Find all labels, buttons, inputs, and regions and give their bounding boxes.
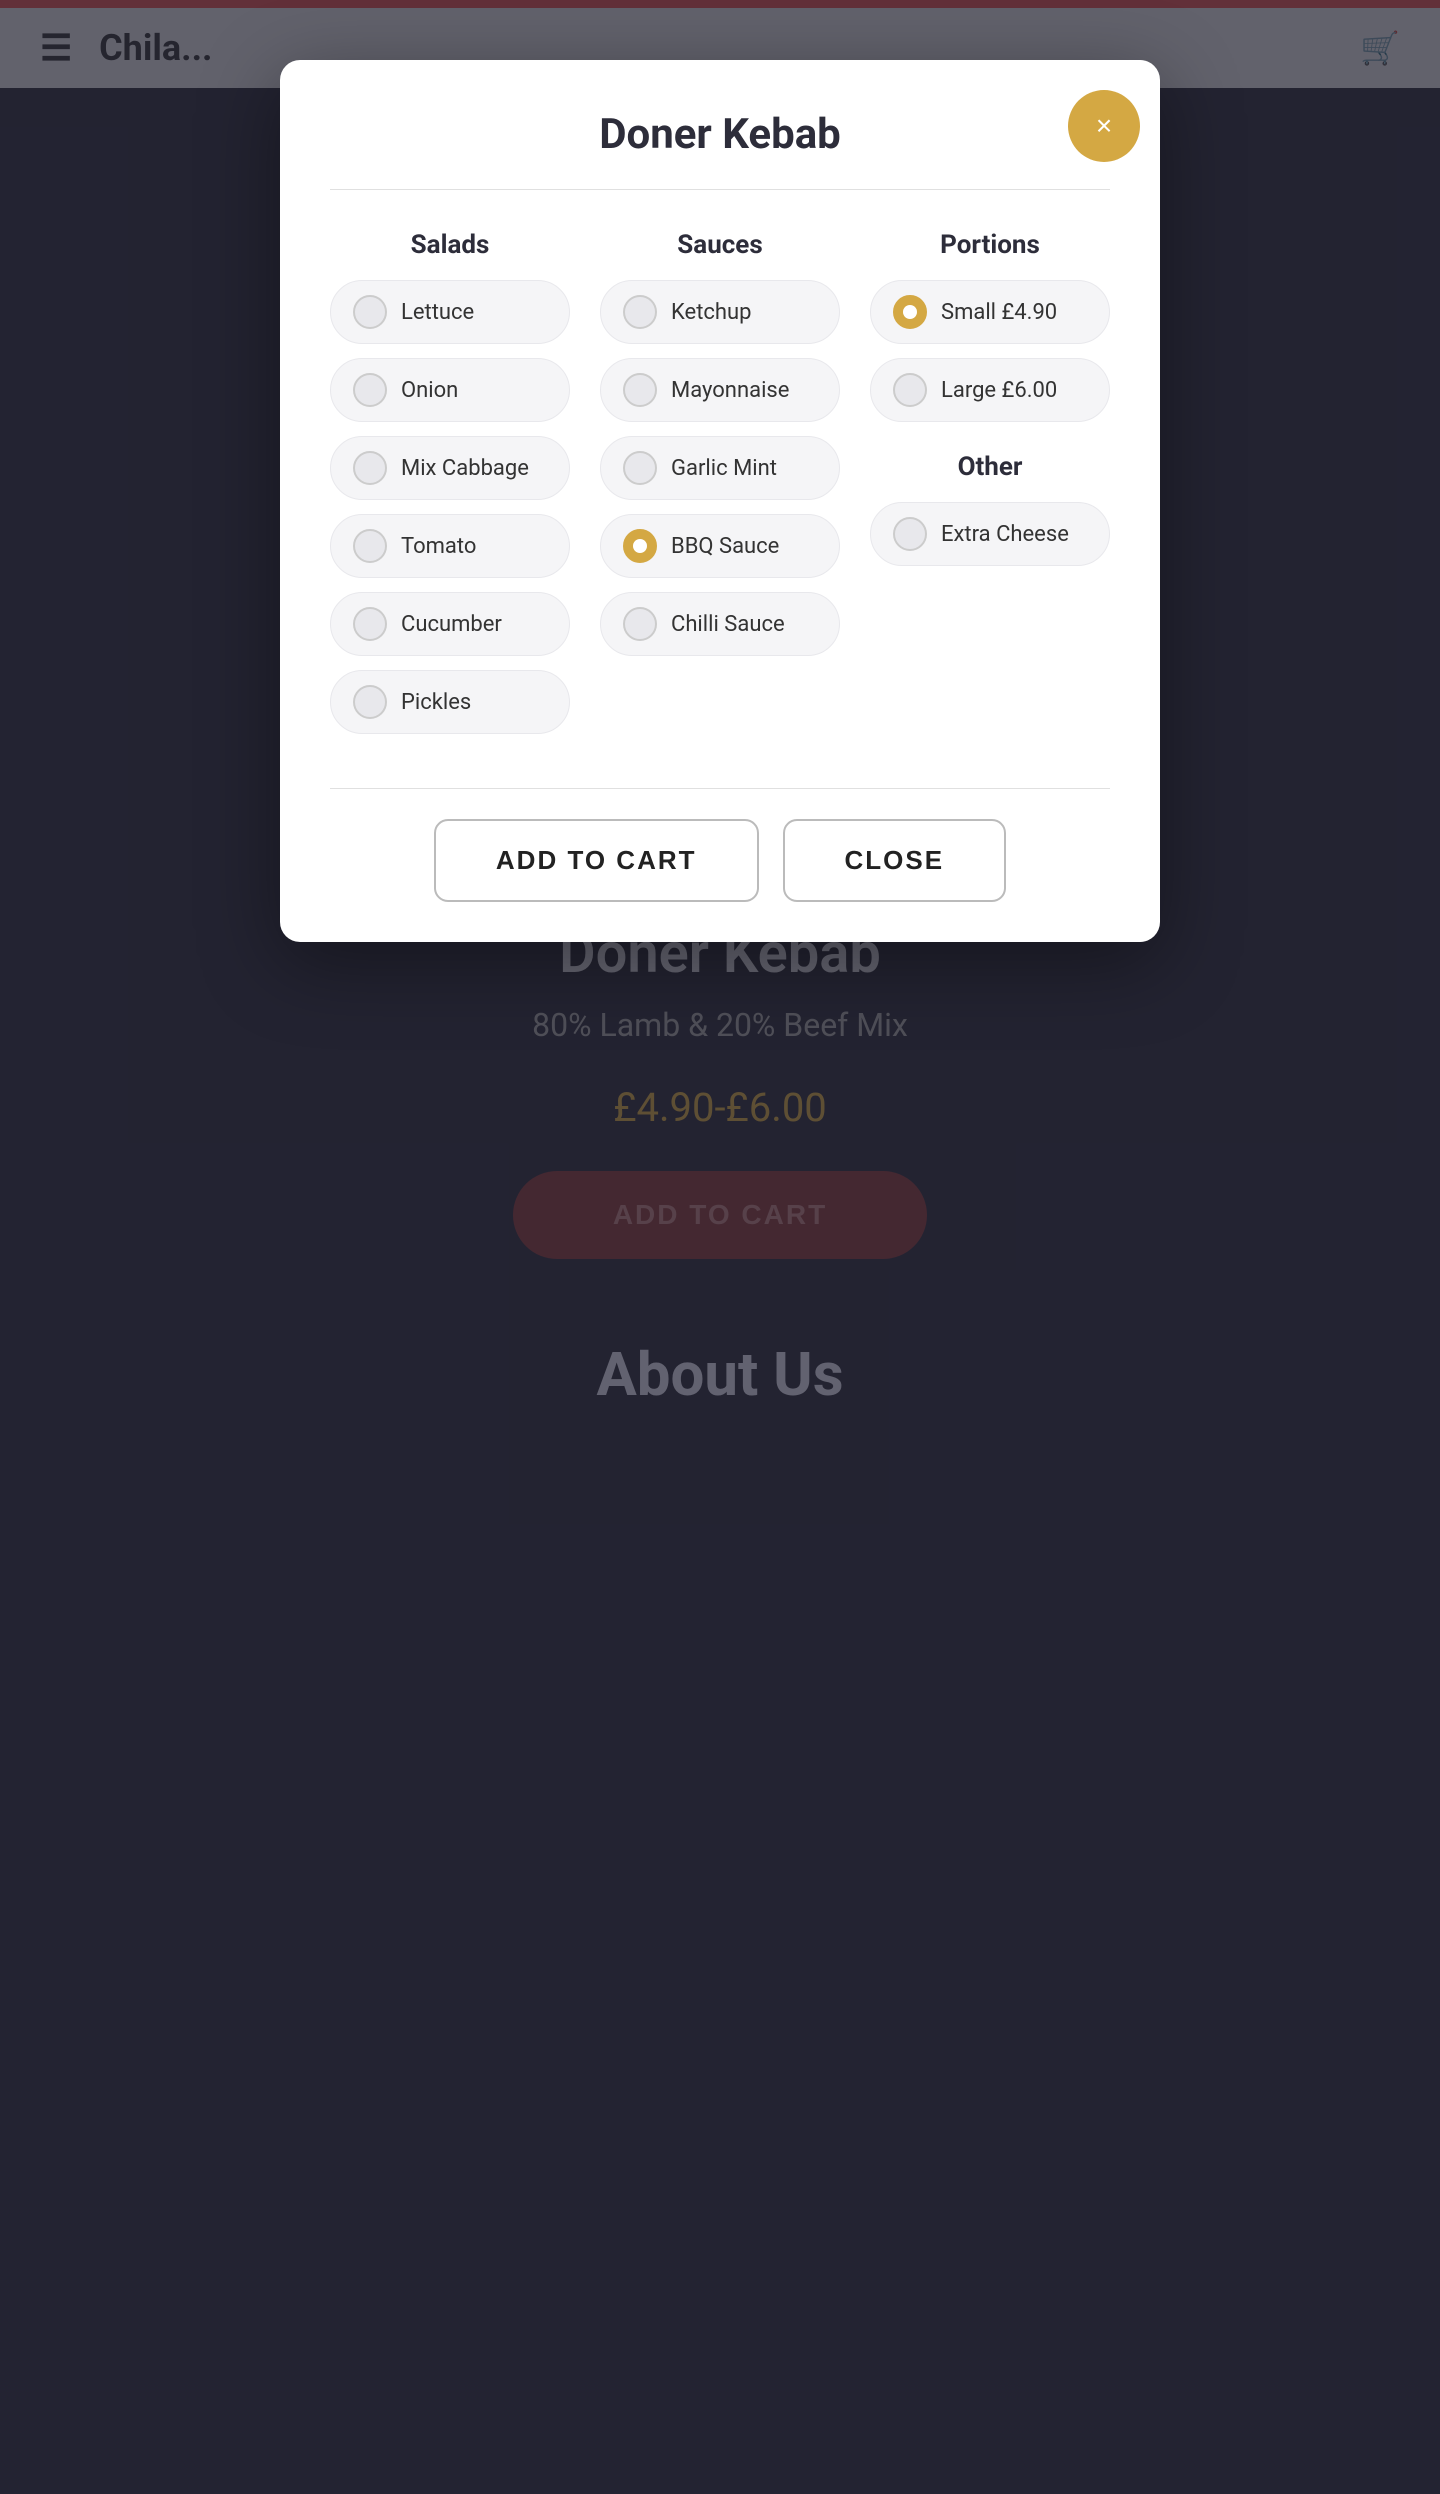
modal-close-x-button[interactable]: × xyxy=(1068,90,1140,162)
salad-label-lettuce: Lettuce xyxy=(401,300,474,325)
salads-column-title: Salads xyxy=(330,230,570,260)
salad-label-cucumber: Cucumber xyxy=(401,612,502,637)
sauce-item-mayonnaise[interactable]: Mayonnaise xyxy=(600,358,840,422)
salad-label-pickles: Pickles xyxy=(401,690,471,715)
sauce-item-garlic-mint[interactable]: Garlic Mint xyxy=(600,436,840,500)
sauce-label-ketchup: Ketchup xyxy=(671,300,752,325)
other-label-extra-cheese: Extra Cheese xyxy=(941,522,1069,547)
salad-radio-mix-cabbage xyxy=(353,451,387,485)
portions-column: Portions Small £4.90 Large £6.00 Other E… xyxy=(870,230,1110,748)
columns-container: Salads Lettuce Onion Mix Cabbage Tomato … xyxy=(330,230,1110,748)
portion-item-small[interactable]: Small £4.90 xyxy=(870,280,1110,344)
sauce-radio-mayonnaise xyxy=(623,373,657,407)
other-section-title: Other xyxy=(870,452,1110,482)
salad-item-lettuce[interactable]: Lettuce xyxy=(330,280,570,344)
salad-item-onion[interactable]: Onion xyxy=(330,358,570,422)
modal-actions: ADD TO CART CLOSE xyxy=(330,819,1110,902)
sauce-label-mayonnaise: Mayonnaise xyxy=(671,378,789,403)
salad-item-tomato[interactable]: Tomato xyxy=(330,514,570,578)
modal: Doner Kebab × Salads Lettuce Onion Mix C… xyxy=(280,60,1160,942)
salad-label-onion: Onion xyxy=(401,378,458,403)
sauce-label-garlic-mint: Garlic Mint xyxy=(671,456,777,481)
other-radio-extra-cheese xyxy=(893,517,927,551)
portion-label-small: Small £4.90 xyxy=(941,300,1057,325)
salad-item-cucumber[interactable]: Cucumber xyxy=(330,592,570,656)
other-section: Other Extra Cheese xyxy=(870,452,1110,566)
salad-radio-onion xyxy=(353,373,387,407)
sauce-radio-garlic-mint xyxy=(623,451,657,485)
salad-radio-tomato xyxy=(353,529,387,563)
portions-column-title: Portions xyxy=(870,230,1110,260)
salad-radio-pickles xyxy=(353,685,387,719)
sauce-label-chilli-sauce: Chilli Sauce xyxy=(671,612,785,637)
modal-divider xyxy=(330,189,1110,190)
bottom-divider xyxy=(330,788,1110,789)
salad-label-tomato: Tomato xyxy=(401,534,476,559)
sauces-column-title: Sauces xyxy=(600,230,840,260)
sauce-item-chilli-sauce[interactable]: Chilli Sauce xyxy=(600,592,840,656)
portion-radio-small xyxy=(893,295,927,329)
modal-header: Doner Kebab × xyxy=(330,110,1110,159)
modal-title: Doner Kebab xyxy=(330,110,1110,159)
close-button[interactable]: CLOSE xyxy=(783,819,1007,902)
sauce-item-ketchup[interactable]: Ketchup xyxy=(600,280,840,344)
sauce-item-bbq-sauce[interactable]: BBQ Sauce xyxy=(600,514,840,578)
salad-label-mix-cabbage: Mix Cabbage xyxy=(401,456,529,481)
salad-item-mix-cabbage[interactable]: Mix Cabbage xyxy=(330,436,570,500)
add-to-cart-button[interactable]: ADD TO CART xyxy=(434,819,759,902)
salads-column: Salads Lettuce Onion Mix Cabbage Tomato … xyxy=(330,230,570,748)
salad-item-pickles[interactable]: Pickles xyxy=(330,670,570,734)
sauce-radio-bbq-sauce xyxy=(623,529,657,563)
sauce-radio-ketchup xyxy=(623,295,657,329)
sauce-radio-chilli-sauce xyxy=(623,607,657,641)
salad-radio-cucumber xyxy=(353,607,387,641)
sauce-label-bbq-sauce: BBQ Sauce xyxy=(671,534,779,559)
other-item-extra-cheese[interactable]: Extra Cheese xyxy=(870,502,1110,566)
portion-label-large: Large £6.00 xyxy=(941,378,1057,403)
portion-item-large[interactable]: Large £6.00 xyxy=(870,358,1110,422)
sauces-column: Sauces Ketchup Mayonnaise Garlic Mint BB… xyxy=(600,230,840,748)
salad-radio-lettuce xyxy=(353,295,387,329)
portion-radio-large xyxy=(893,373,927,407)
